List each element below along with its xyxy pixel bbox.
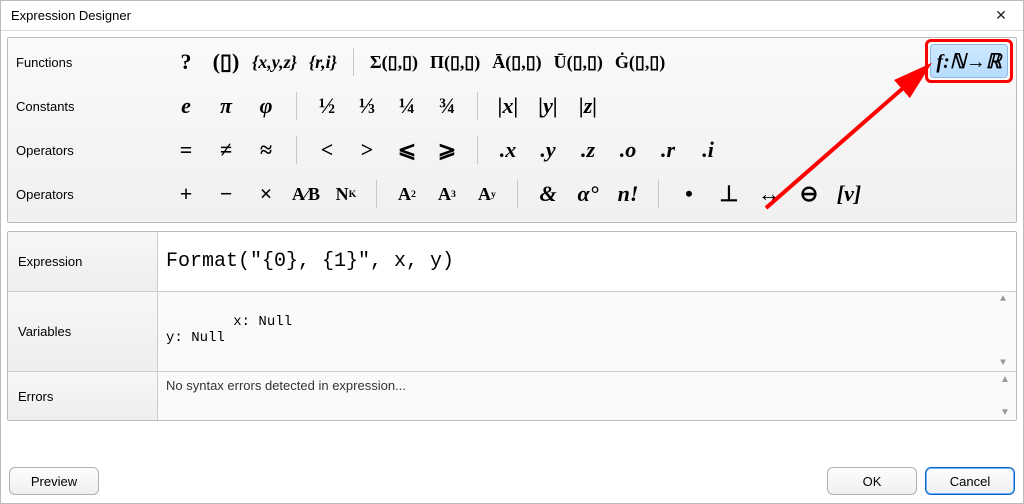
op-arrow-lr-button[interactable]: ↔ <box>749 176 789 212</box>
const-e-button[interactable]: e <box>166 88 206 124</box>
operators-row-1: Operators = ≠ ≈ < > ⩽ ⩾ .x .y .z .o .r .… <box>16 128 1008 172</box>
set-xyz-button[interactable]: {x,y,z} <box>246 44 303 80</box>
constants-row: Constants e π φ ½ ⅓ ¼ ¾ |x| |y| |z| <box>16 84 1008 128</box>
const-phi-button[interactable]: φ <box>246 88 286 124</box>
preview-button[interactable]: Preview <box>9 467 99 495</box>
functions-items: ? (▯) {x,y,z} {r,i} Σ(▯,▯) Π(▯,▯) Ā(▯,▯)… <box>166 44 671 80</box>
op-n-sub-k-button[interactable]: NK <box>326 176 366 212</box>
op-a-over-b-button[interactable]: A⁄B <box>286 176 326 212</box>
footer: Preview OK Cancel <box>1 459 1023 503</box>
op-plus-button[interactable]: + <box>166 176 206 212</box>
scroll-down-icon[interactable]: ▼ <box>1000 407 1014 418</box>
op-times-button[interactable]: × <box>246 176 286 212</box>
errors-row: Errors No syntax errors detected in expr… <box>8 372 1016 420</box>
op-dot-y-button[interactable]: .y <box>528 132 568 168</box>
separator <box>376 180 377 208</box>
operators2-items: + − × A⁄B NK A2 A3 Ay & α° <box>166 176 869 212</box>
constants-items: e π φ ½ ⅓ ¼ ¾ |x| |y| |z| <box>166 88 608 124</box>
op-dot-z-button[interactable]: .z <box>568 132 608 168</box>
op-ge-button[interactable]: ⩾ <box>427 132 467 168</box>
separator <box>477 92 478 120</box>
op-gt-button[interactable]: > <box>347 132 387 168</box>
op-minus-button[interactable]: − <box>206 176 246 212</box>
window-title: Expression Designer <box>11 8 131 23</box>
abar-button[interactable]: Ā(▯,▯) <box>486 44 547 80</box>
sigma-button[interactable]: Σ(▯,▯) <box>364 44 424 80</box>
variables-row: Variables x: Null y: Null ▲ ▼ <box>8 292 1016 372</box>
const-third-button[interactable]: ⅓ <box>347 88 387 124</box>
op-circle-minus-button[interactable]: ⊖ <box>789 176 829 212</box>
op-dot-button[interactable]: • <box>669 176 709 212</box>
op-dot-r-button[interactable]: .r <box>648 132 688 168</box>
separator <box>517 180 518 208</box>
op-factorial-button[interactable]: n! <box>608 176 648 212</box>
errors-label: Errors <box>8 372 158 420</box>
const-pi-button[interactable]: π <box>206 88 246 124</box>
close-icon: ✕ <box>995 7 1007 24</box>
separator <box>296 136 297 164</box>
separator <box>353 48 354 76</box>
op-lt-button[interactable]: < <box>307 132 347 168</box>
parens-button[interactable]: (▯) <box>206 44 246 80</box>
op-perp-button[interactable]: ⊥ <box>709 176 749 212</box>
scroll-down-icon[interactable]: ▼ <box>1000 358 1014 369</box>
help-button[interactable]: ? <box>166 44 206 80</box>
op-eq-button[interactable]: = <box>166 132 206 168</box>
close-button[interactable]: ✕ <box>985 4 1017 28</box>
titlebar: Expression Designer ✕ <box>1 1 1023 31</box>
separator <box>296 92 297 120</box>
op-le-button[interactable]: ⩽ <box>387 132 427 168</box>
op-dot-i-button[interactable]: .i <box>688 132 728 168</box>
op-ampersand-button[interactable]: & <box>528 176 568 212</box>
separator <box>477 136 478 164</box>
set-ri-button[interactable]: {r,i} <box>303 44 343 80</box>
const-quarter-button[interactable]: ¼ <box>387 88 427 124</box>
fields-panel: Expression Format("{0}, {1}", x, y) Vari… <box>7 231 1017 421</box>
cancel-button[interactable]: Cancel <box>925 467 1015 495</box>
operators2-label: Operators <box>16 187 166 202</box>
op-dot-o-button[interactable]: .o <box>608 132 648 168</box>
functions-label: Functions <box>16 55 166 70</box>
operators1-label: Operators <box>16 143 166 158</box>
pi-button[interactable]: Π(▯,▯) <box>424 44 486 80</box>
function-map-button[interactable]: f:ℕ→ℝ <box>930 44 1008 78</box>
scroll-up-icon[interactable]: ▲ <box>1000 374 1014 385</box>
const-half-button[interactable]: ½ <box>307 88 347 124</box>
constants-label: Constants <box>16 99 166 114</box>
op-neq-button[interactable]: ≠ <box>206 132 246 168</box>
op-dot-x-button[interactable]: .x <box>488 132 528 168</box>
expression-designer-window: Expression Designer ✕ Functions ? (▯) {x… <box>0 0 1024 504</box>
operators-row-2: Operators + − × A⁄B NK A2 A3 Ay <box>16 172 1008 216</box>
operators1-items: = ≠ ≈ < > ⩽ ⩾ .x .y .z .o .r .i <box>166 132 728 168</box>
op-a-pow-y-button[interactable]: Ay <box>467 176 507 212</box>
op-bracket-v-button[interactable]: [v] <box>829 176 869 212</box>
abs-z-button[interactable]: |z| <box>568 88 608 124</box>
errors-value: No syntax errors detected in expression.… <box>158 372 1016 420</box>
gdot-button[interactable]: Ġ(▯,▯) <box>609 44 671 80</box>
abs-y-button[interactable]: |y| <box>528 88 568 124</box>
toolbar-panel: Functions ? (▯) {x,y,z} {r,i} Σ(▯,▯) Π(▯… <box>7 37 1017 223</box>
ok-button[interactable]: OK <box>827 467 917 495</box>
expression-label: Expression <box>8 232 158 291</box>
op-approx-button[interactable]: ≈ <box>246 132 286 168</box>
expression-input[interactable]: Format("{0}, {1}", x, y) <box>158 232 1016 291</box>
functions-row: Functions ? (▯) {x,y,z} {r,i} Σ(▯,▯) Π(▯… <box>16 40 1008 84</box>
scroll-up-icon[interactable]: ▲ <box>1000 294 1014 305</box>
op-a-squared-button[interactable]: A2 <box>387 176 427 212</box>
separator <box>658 180 659 208</box>
variables-label: Variables <box>8 292 158 371</box>
ubar-button[interactable]: Ū(▯,▯) <box>548 44 609 80</box>
op-alpha-deg-button[interactable]: α° <box>568 176 608 212</box>
expression-row: Expression Format("{0}, {1}", x, y) <box>8 232 1016 292</box>
const-three-quarter-button[interactable]: ¾ <box>427 88 467 124</box>
abs-x-button[interactable]: |x| <box>488 88 528 124</box>
op-a-cubed-button[interactable]: A3 <box>427 176 467 212</box>
variables-value: x: Null y: Null ▲ ▼ <box>158 292 1016 371</box>
